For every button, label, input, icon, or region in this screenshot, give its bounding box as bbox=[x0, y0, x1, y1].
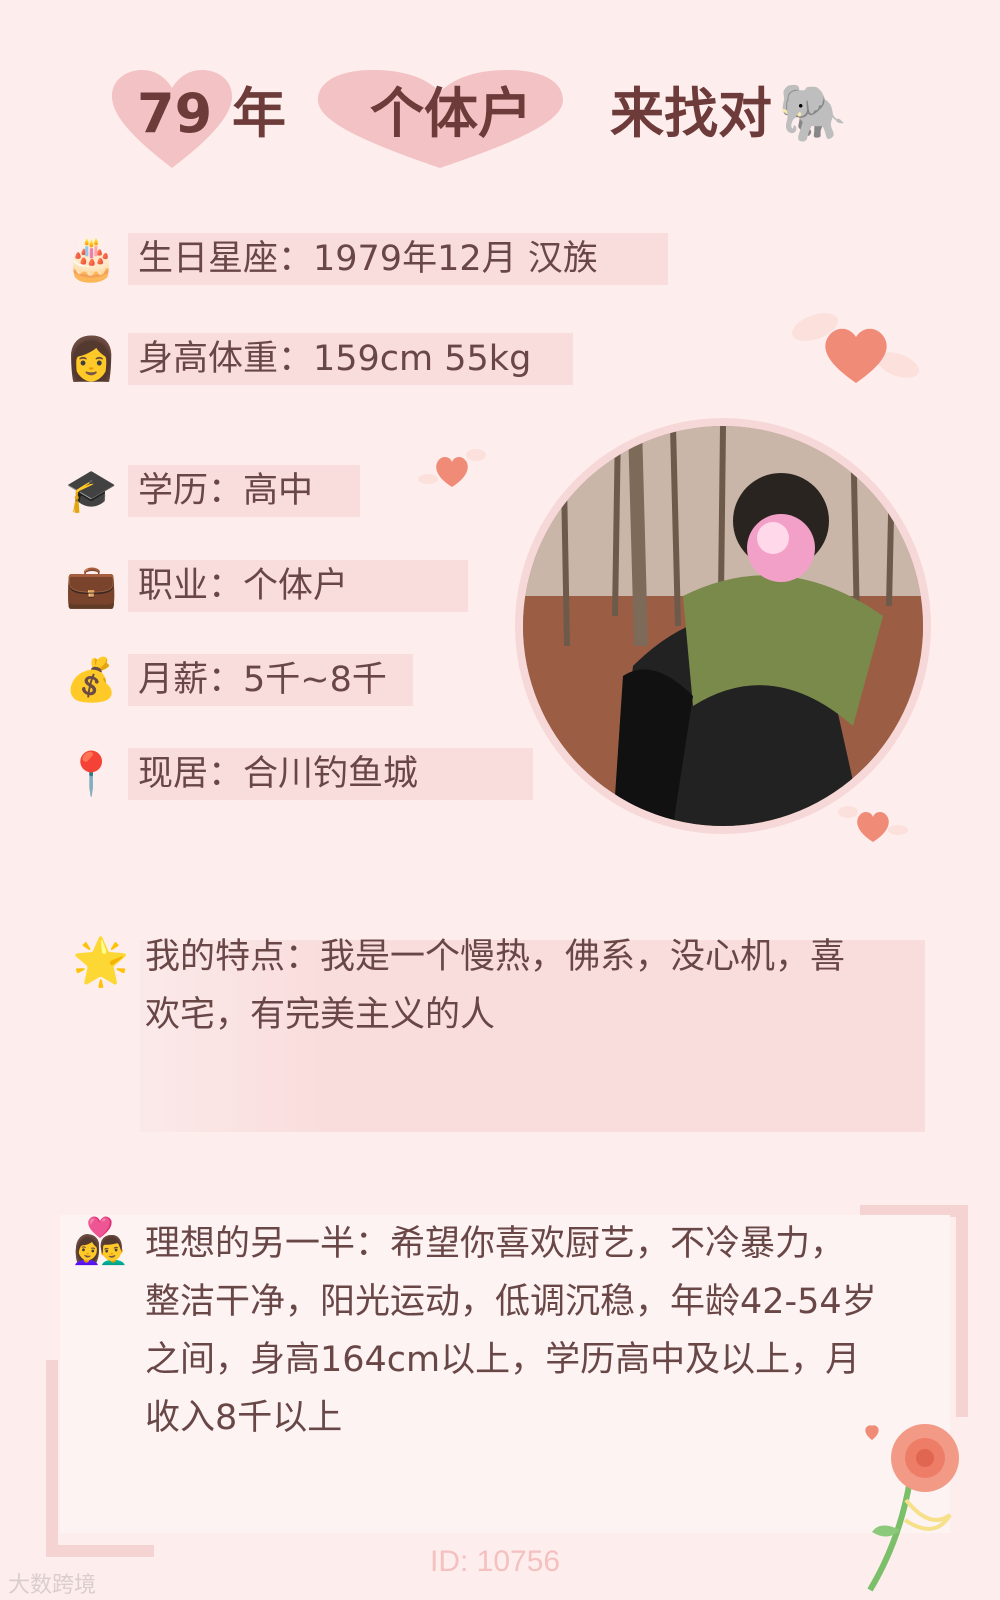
ideal-line-3: 之间，身高164cm以上，学历高中及以上，月 bbox=[145, 1340, 861, 1380]
money-bag-icon: 💰 bbox=[65, 655, 118, 704]
small-heart-icon-2 bbox=[838, 806, 908, 842]
graduation-cap-icon: 🎓 bbox=[65, 466, 118, 515]
info-birthday: 生日星座：1979年12月 汉族 bbox=[138, 239, 598, 279]
traits-line-2: 欢宅，有完美主义的人 bbox=[145, 995, 496, 1035]
info-occupation: 职业：个体户 bbox=[138, 566, 349, 606]
info-height-weight: 身高体重：159cm 55kg bbox=[138, 339, 532, 379]
winged-heart-icon bbox=[792, 313, 920, 383]
profile-id: ID: 10756 bbox=[430, 1545, 561, 1578]
ideal-line-1: 理想的另一半：希望你喜欢厨艺，不冷暴力， bbox=[145, 1224, 846, 1264]
header-seek: 来找对 bbox=[610, 82, 772, 145]
header-year: 79 bbox=[137, 82, 213, 145]
ideal-line-2: 整洁干净，阳光运动，低调沉稳，年龄42-54岁 bbox=[145, 1282, 877, 1322]
location-pin-icon: 📍 bbox=[65, 749, 118, 798]
info-residence: 现居：合川钓鱼城 bbox=[138, 754, 419, 794]
star-icon: 🌟 bbox=[72, 934, 130, 988]
elephant-icon: 🐘 bbox=[778, 81, 848, 146]
traits-line-1: 我的特点：我是一个慢热，佛系，没心机，喜 bbox=[145, 937, 846, 977]
briefcase-icon: 💼 bbox=[65, 561, 118, 610]
header-year-unit: 年 bbox=[232, 82, 286, 145]
ideal-line-4: 收入8千以上 bbox=[145, 1398, 343, 1438]
info-salary: 月薪：5千~8千 bbox=[138, 660, 387, 700]
small-heart-icon bbox=[418, 449, 486, 487]
woman-icon: 👩 bbox=[65, 334, 118, 383]
header-occupation: 个体户 bbox=[370, 82, 532, 145]
profile-photo bbox=[523, 426, 923, 826]
watermark: 大数跨境 bbox=[8, 1573, 97, 1598]
couple-icon: 👩‍❤️‍👨 bbox=[72, 1216, 128, 1267]
cake-icon: 🎂 bbox=[65, 234, 118, 283]
rose-icon bbox=[865, 1424, 959, 1592]
info-education: 学历：高中 bbox=[138, 471, 314, 511]
